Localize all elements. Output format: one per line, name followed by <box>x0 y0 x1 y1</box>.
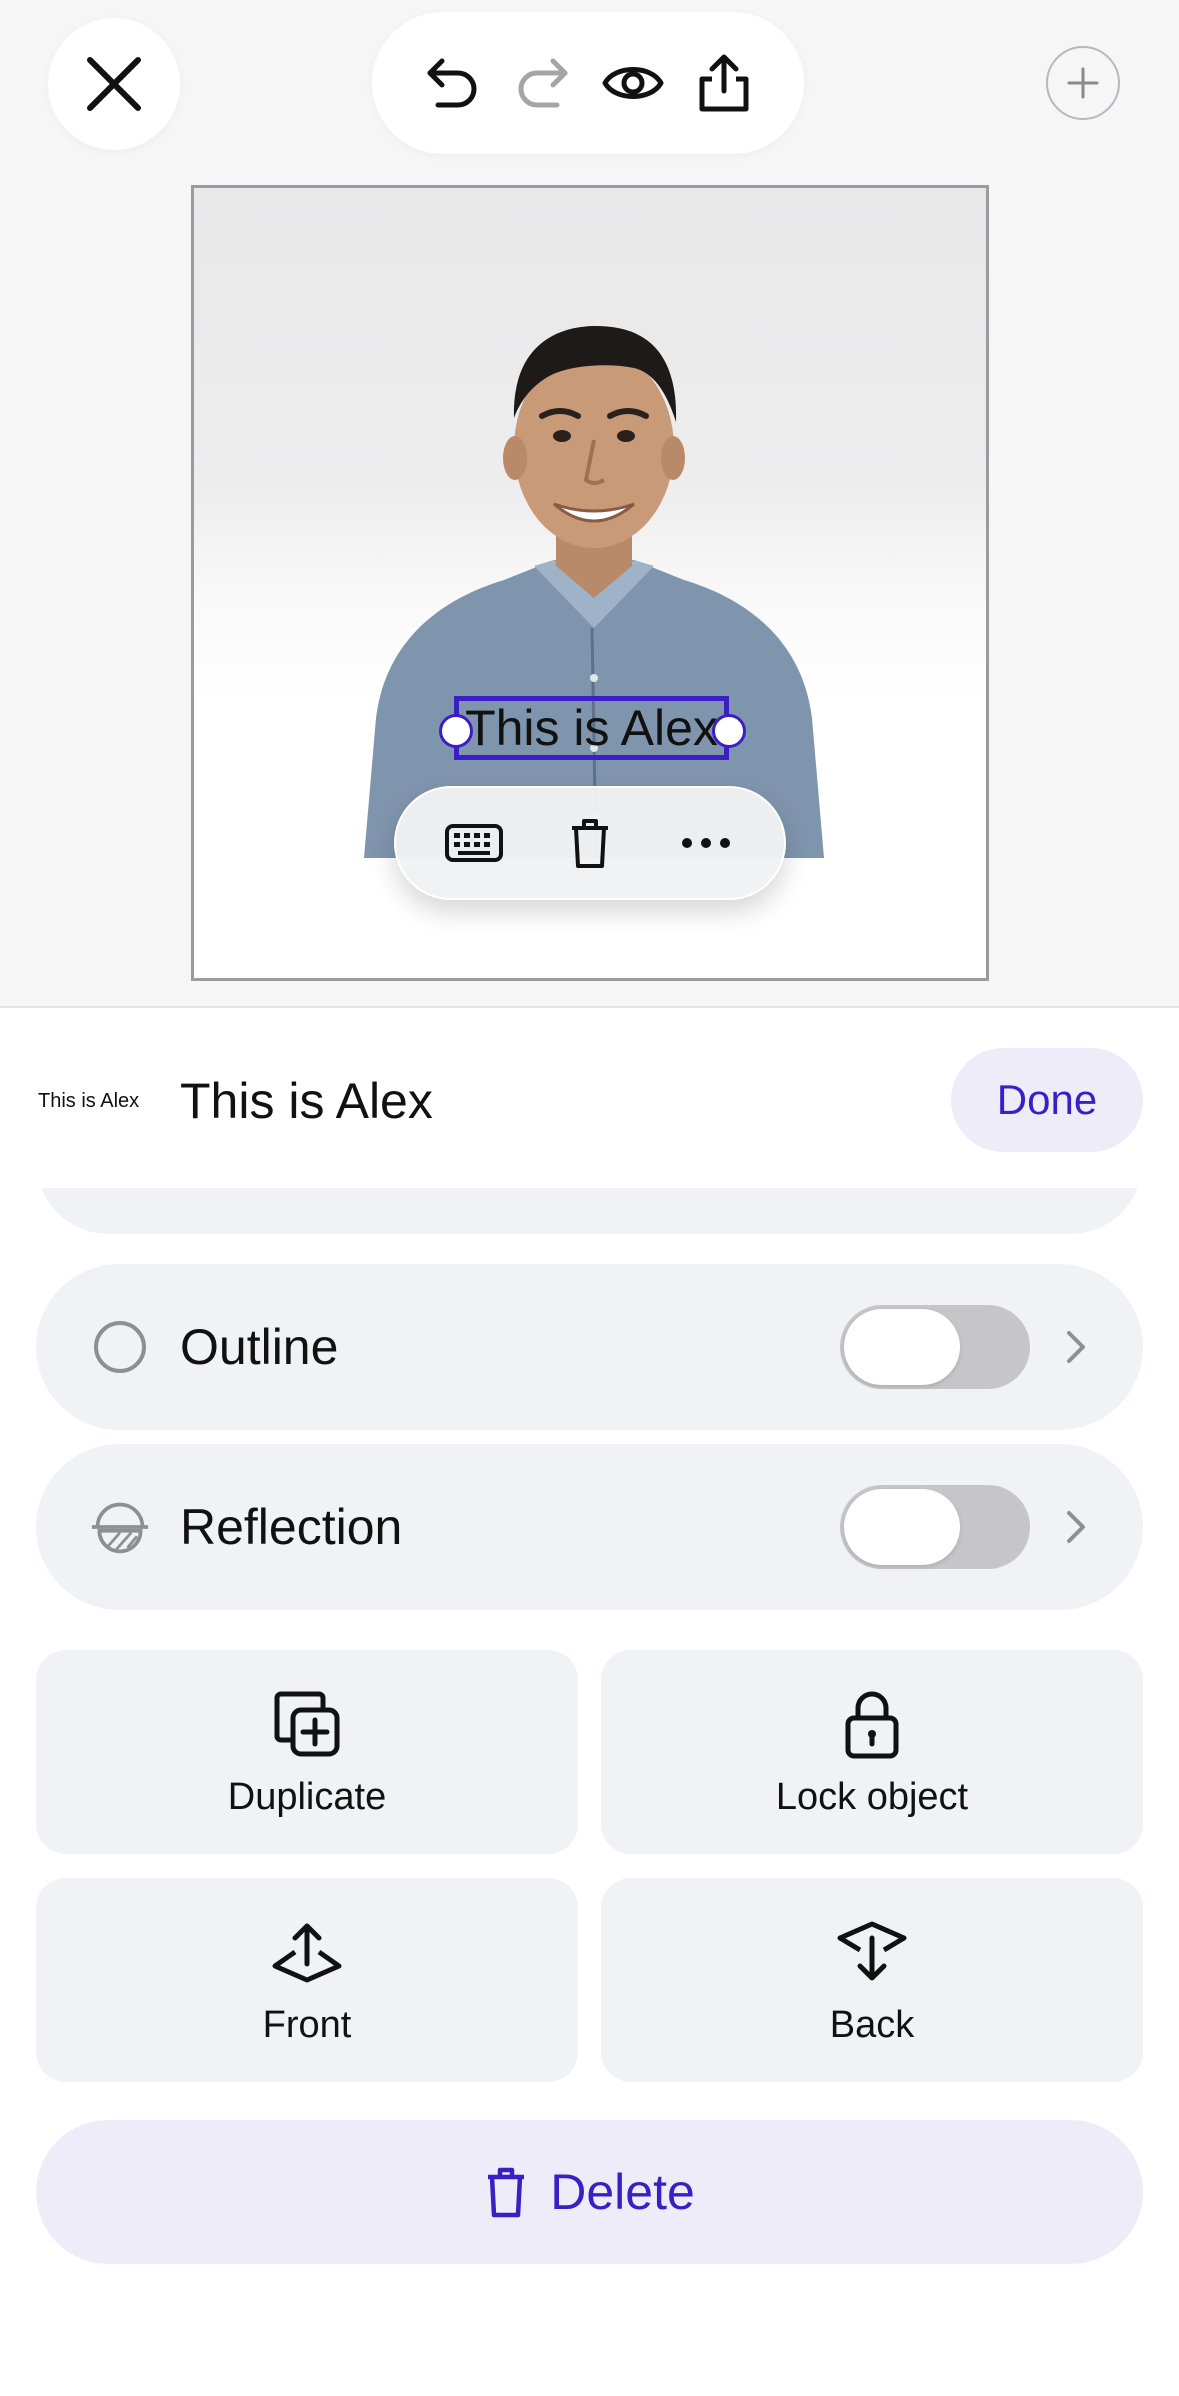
editor-area: This is Alex <box>0 0 1179 1006</box>
back-label: Back <box>829 2004 915 2046</box>
share-icon <box>699 54 749 112</box>
properties-sheet: This is Alex This is Alex Done Outline R… <box>0 1006 1179 2396</box>
duplicate-label: Duplicate <box>227 1776 387 1818</box>
more-button[interactable] <box>671 808 741 878</box>
sheet-title: This is Alex <box>180 1073 433 1129</box>
outline-label: Outline <box>180 1319 339 1375</box>
person-photo <box>364 326 824 858</box>
bring-to-front-button[interactable]: Front <box>36 1878 578 2082</box>
undo-icon <box>427 58 477 108</box>
lock-object-button[interactable]: Lock object <box>601 1650 1143 1854</box>
preview-button[interactable] <box>593 43 673 123</box>
chevron-right-icon[interactable] <box>1056 1507 1096 1547</box>
close-button[interactable] <box>48 18 180 150</box>
delete-label: Delete <box>550 2164 695 2220</box>
reflection-toggle[interactable] <box>840 1485 1030 1569</box>
send-back-icon <box>832 1912 912 1992</box>
chevron-right-icon[interactable] <box>1056 1327 1096 1367</box>
redo-button[interactable] <box>503 43 583 123</box>
redo-icon <box>518 58 568 108</box>
trash-icon <box>572 819 608 868</box>
lock-icon <box>832 1684 912 1764</box>
reflection-icon <box>90 1497 150 1557</box>
reflection-row[interactable]: Reflection <box>36 1444 1143 1610</box>
reflection-label: Reflection <box>180 1499 403 1555</box>
lock-object-label: Lock object <box>775 1776 969 1818</box>
keyboard-icon <box>445 824 503 862</box>
more-icon <box>682 838 730 848</box>
text-thumbnail: This is Alex <box>38 1090 140 1112</box>
design-canvas[interactable]: This is Alex <box>191 185 989 981</box>
duplicate-button[interactable]: Duplicate <box>36 1650 578 1854</box>
outline-circle-icon <box>90 1317 150 1377</box>
close-icon <box>87 57 141 111</box>
share-button[interactable] <box>684 43 764 123</box>
send-to-back-button[interactable]: Back <box>601 1878 1143 2082</box>
keyboard-button[interactable] <box>439 808 509 878</box>
context-menu <box>394 786 786 900</box>
bring-front-icon <box>267 1912 347 1992</box>
undo-button[interactable] <box>412 43 492 123</box>
delete-element-button[interactable] <box>555 808 625 878</box>
trash-icon <box>488 2167 525 2218</box>
outline-row[interactable]: Outline <box>36 1264 1143 1430</box>
eye-icon <box>602 67 664 99</box>
selected-text-box[interactable]: This is Alex <box>454 696 729 760</box>
resize-handle-right[interactable] <box>712 714 746 748</box>
duplicate-icon <box>267 1684 347 1764</box>
plus-icon <box>1067 67 1099 99</box>
front-label: Front <box>262 2004 352 2046</box>
sheet-header: This is Alex This is Alex Done <box>0 1008 1179 1188</box>
done-button[interactable]: Done <box>951 1048 1143 1152</box>
outline-toggle[interactable] <box>840 1305 1030 1389</box>
delete-button[interactable]: Delete <box>36 2120 1143 2264</box>
add-button[interactable] <box>1046 46 1120 120</box>
top-toolbar <box>372 12 804 154</box>
resize-handle-left[interactable] <box>439 714 473 748</box>
